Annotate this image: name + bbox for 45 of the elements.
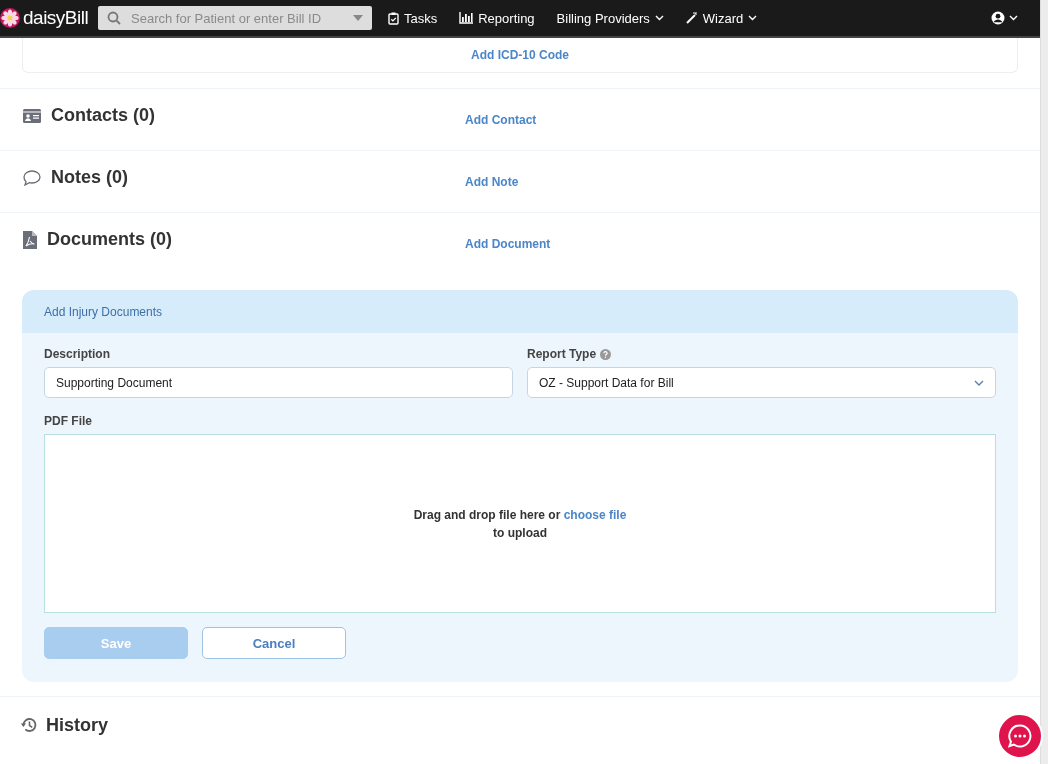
caret-icon: [353, 15, 363, 21]
choose-file-link[interactable]: choose file: [563, 507, 627, 522]
add-link[interactable]: Add Contact: [465, 112, 537, 127]
chevron-icon: [974, 379, 984, 386]
help-icon[interactable]: [600, 348, 612, 360]
pdf-file-icon: [23, 230, 37, 249]
report-type-select[interactable]: OZ - Support Data for Bill: [527, 367, 996, 398]
nav-link[interactable]: Wizard: [685, 10, 758, 26]
description-field[interactable]: Supporting Document: [44, 367, 513, 398]
drop-instructions: to upload: [493, 525, 547, 540]
section-title: History: [46, 714, 108, 736]
user-icon: [991, 11, 1005, 25]
field-label: Description: [44, 347, 111, 361]
chevron-icon: [654, 15, 664, 21]
nav-link[interactable]: Billing Providers: [556, 10, 664, 26]
history-icon: [20, 716, 38, 734]
user-menu[interactable]: [991, 11, 1018, 25]
nav-link[interactable]: Reporting: [459, 10, 535, 26]
scrollbar[interactable]: [1040, 0, 1048, 764]
cancel-button[interactable]: Cancel: [202, 627, 346, 659]
section-title: Contacts (0): [51, 105, 155, 126]
contact-card-icon: [23, 108, 41, 123]
drop-instructions: Drag and drop file here or choose file: [413, 507, 627, 522]
brand-name[interactable]: daisyBill: [23, 7, 89, 29]
speech-bubble-icon: [23, 169, 41, 186]
section-title: Notes (0): [51, 167, 128, 188]
section-title: Documents (0): [47, 229, 172, 250]
search-icon: [107, 11, 121, 25]
add-link[interactable]: Add Document: [465, 236, 551, 251]
chevron-icon: [1009, 15, 1018, 21]
panel-title: Add Injury Documents: [44, 304, 163, 319]
magic-wand-icon: [685, 12, 698, 24]
add-link[interactable]: Add Note: [465, 174, 519, 189]
field-label: Report Type: [527, 347, 597, 361]
chevron-icon: [748, 15, 758, 21]
chat-icon: [1007, 723, 1033, 749]
add-icd-link[interactable]: Add ICD-10 Code: [471, 48, 569, 62]
clipboard-icon: [388, 11, 399, 25]
search-bar[interactable]: Search for Patient or enter Bill ID: [98, 6, 372, 30]
search-field[interactable]: Search for Patient or enter Bill ID: [129, 9, 345, 27]
file-drop-zone[interactable]: Drag and drop file here or choose file to upload: [44, 434, 996, 613]
bar-chart-icon: [459, 12, 474, 24]
nav-link[interactable]: Tasks: [388, 10, 438, 26]
daisy-logo-icon: [0, 8, 20, 28]
field-label: PDF File: [44, 414, 93, 428]
